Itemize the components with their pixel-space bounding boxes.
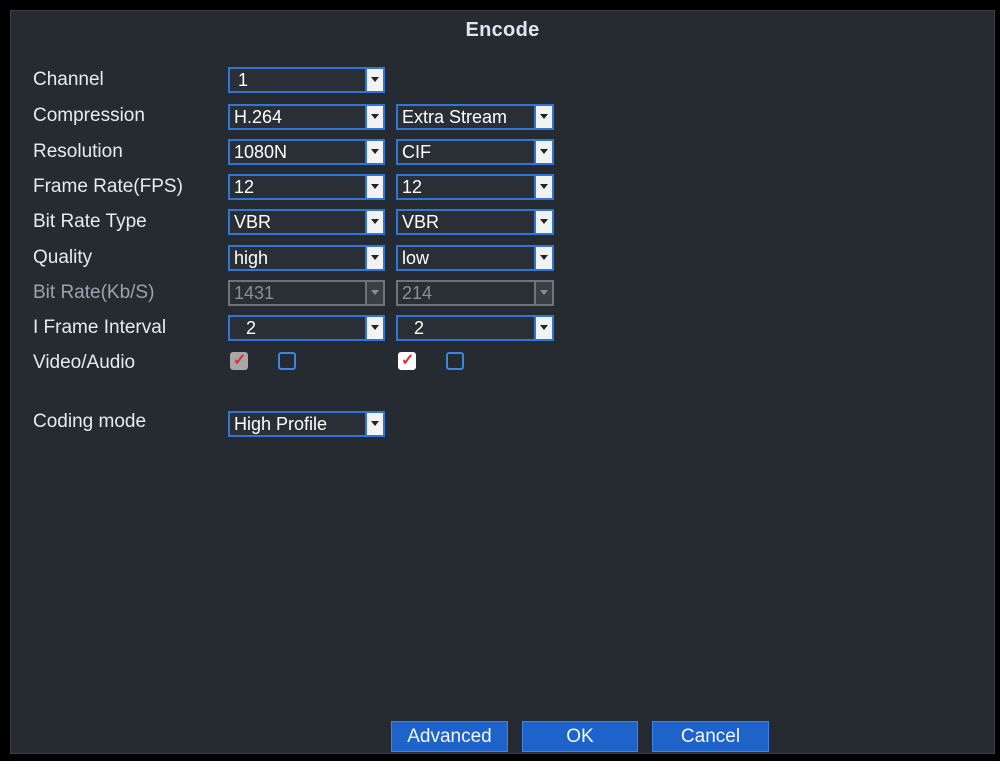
extra-bit-rate-value: 214 [402,283,433,303]
main-video-checkbox[interactable]: ✓ [230,352,248,370]
extra-bit-rate-select: 214 [396,280,554,306]
bit-rate-label: Bit Rate(Kb/S) [33,282,155,303]
chevron-down-icon [534,282,552,304]
extra-i-frame-interval-select[interactable]: 2 [396,315,554,341]
main-quality-value: high [234,248,269,268]
chevron-down-icon [365,211,383,233]
chevron-down-icon [534,176,552,198]
extra-video-checkbox[interactable]: ✓ [398,352,416,370]
extra-stream-select[interactable]: Extra Stream [396,104,554,130]
resolution-label: Resolution [33,141,123,162]
coding-mode-value: High Profile [234,414,328,434]
extra-audio-checkbox[interactable] [446,352,464,370]
main-resolution-select[interactable]: 1080N [228,139,385,165]
main-i-frame-interval-value: 2 [246,318,257,338]
coding-mode-label: Coding mode [33,411,147,432]
main-i-frame-interval-select[interactable]: 2 [228,315,385,341]
channel-select-value: 1 [238,70,249,90]
chevron-down-icon [534,141,552,163]
chevron-down-icon [365,247,383,269]
frame-rate-label: Frame Rate(FPS) [33,176,183,197]
chevron-down-icon [365,106,383,128]
extra-stream-value: Extra Stream [402,107,508,127]
main-quality-select[interactable]: high [228,245,385,271]
extra-i-frame-interval-value: 2 [414,318,425,338]
chevron-down-icon [365,317,383,339]
extra-bit-rate-type-select[interactable]: VBR [396,209,554,235]
chevron-down-icon [365,141,383,163]
encode-dialog: Encode Channel Compression Resolution Fr… [0,0,1000,761]
cancel-button[interactable]: Cancel [652,721,769,752]
chevron-down-icon [534,106,552,128]
extra-frame-rate-select[interactable]: 12 [396,174,554,200]
video-audio-label: Video/Audio [33,352,136,373]
main-compression-value: H.264 [234,107,283,127]
chevron-down-icon [365,282,383,304]
i-frame-interval-label: I Frame Interval [33,317,167,338]
main-bit-rate-select: 1431 [228,280,385,306]
chevron-down-icon [534,247,552,269]
compression-label: Compression [33,105,145,126]
ok-button[interactable]: OK [522,721,638,752]
main-compression-select[interactable]: H.264 [228,104,385,130]
chevron-down-icon [534,317,552,339]
chevron-down-icon [365,176,383,198]
chevron-down-icon [534,211,552,233]
channel-select[interactable]: 1 [228,67,385,93]
quality-label: Quality [33,247,93,268]
chevron-down-icon [365,69,383,91]
extra-bit-rate-type-value: VBR [402,212,440,232]
main-frame-rate-select[interactable]: 12 [228,174,385,200]
dialog-title: Encode [465,19,540,41]
channel-label: Channel [33,69,104,90]
chevron-down-icon [365,413,383,435]
bit-rate-type-label: Bit Rate Type [33,211,147,232]
main-resolution-value: 1080N [234,142,288,162]
extra-quality-select[interactable]: low [396,245,554,271]
extra-frame-rate-value: 12 [402,177,423,197]
extra-quality-value: low [402,248,430,268]
main-frame-rate-value: 12 [234,177,255,197]
extra-resolution-value: CIF [402,142,431,162]
checkmark-icon: ✓ [233,352,247,369]
main-bit-rate-type-value: VBR [234,212,272,232]
main-audio-checkbox[interactable] [278,352,296,370]
advanced-button[interactable]: Advanced [391,721,508,752]
main-bit-rate-type-select[interactable]: VBR [228,209,385,235]
extra-resolution-select[interactable]: CIF [396,139,554,165]
encode-panel: Encode Channel Compression Resolution Fr… [10,10,995,754]
main-bit-rate-value: 1431 [234,283,275,303]
checkmark-icon: ✓ [401,352,415,369]
coding-mode-select[interactable]: High Profile [228,411,385,437]
